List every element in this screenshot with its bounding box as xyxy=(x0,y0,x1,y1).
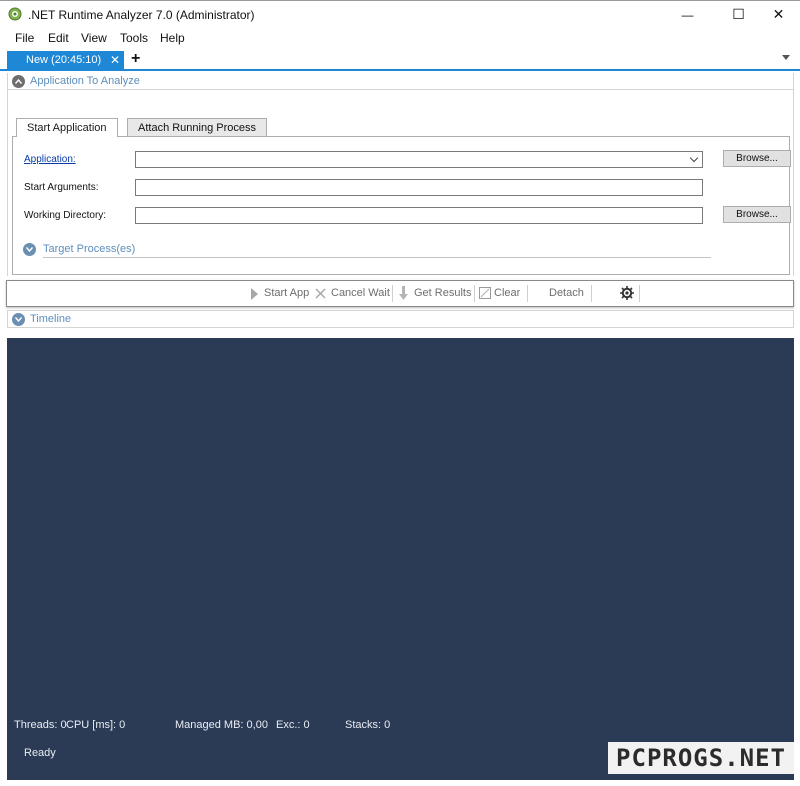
section-title: Application To Analyze xyxy=(30,75,140,87)
clear-label: Clear xyxy=(494,287,521,299)
cpu-ms: CPU [ms]: 0 xyxy=(66,719,126,731)
window-title: .NET Runtime Analyzer 7.0 (Administrator… xyxy=(28,8,255,22)
toolbar-separator xyxy=(591,285,592,302)
minimize-button[interactable]: — xyxy=(665,1,710,28)
application-label-link[interactable]: Application: xyxy=(24,154,76,165)
start-app-label: Start App xyxy=(264,287,310,299)
get-results-label: Get Results xyxy=(414,287,472,299)
application-combobox[interactable] xyxy=(135,151,703,168)
target-processes-label: Target Process(es) xyxy=(43,243,136,255)
browse-application-button[interactable]: Browse... xyxy=(723,150,791,167)
cancel-wait-label: Cancel Wait xyxy=(331,287,390,299)
close-tab-icon[interactable]: ✕ xyxy=(110,53,120,67)
expand-down-icon[interactable] xyxy=(12,313,25,326)
collapse-up-icon[interactable] xyxy=(12,75,25,88)
menu-bar: File Edit View Tools Help xyxy=(0,28,800,48)
tab-list-dropdown-icon[interactable] xyxy=(782,55,790,60)
target-processes-expander[interactable]: Target Process(es) xyxy=(23,242,711,258)
start-arguments-input[interactable] xyxy=(135,179,703,196)
toolbar-separator xyxy=(527,285,528,302)
play-icon xyxy=(251,288,258,300)
maximize-button[interactable]: ☐ xyxy=(716,1,761,28)
document-tab-active[interactable]: New (20:45:10) ✕ xyxy=(7,51,124,69)
timeline-title: Timeline xyxy=(30,313,72,325)
working-directory-input[interactable] xyxy=(135,207,703,224)
document-tab-strip: New (20:45:10) ✕ + xyxy=(0,50,800,71)
detach-button[interactable]: Detach xyxy=(549,287,584,299)
menu-tools[interactable]: Tools xyxy=(120,31,148,45)
toolbar-separator xyxy=(639,285,640,302)
browse-working-directory-button[interactable]: Browse... xyxy=(723,206,791,223)
managed-mb: Managed MB: 0,00 xyxy=(175,719,268,731)
action-toolbar: Start App Cancel Wait Get Results Clear … xyxy=(6,280,794,307)
chevron-down-icon[interactable] xyxy=(689,153,699,163)
menu-file[interactable]: File xyxy=(15,31,34,45)
start-arguments-label: Start Arguments: xyxy=(24,182,99,193)
close-icon: ✕ xyxy=(772,6,785,22)
application-panel: Start Application Attach Running Process… xyxy=(7,90,794,276)
close-window-button[interactable]: ✕ xyxy=(756,1,800,28)
menu-edit[interactable]: Edit xyxy=(48,31,69,45)
cancel-icon xyxy=(315,288,326,299)
exceptions-count: Exc.: 0 xyxy=(276,719,310,731)
toolbar-separator xyxy=(392,285,393,302)
settings-gear-icon[interactable] xyxy=(620,286,634,300)
application-section-header[interactable]: Application To Analyze xyxy=(7,73,794,90)
watermark-logo: PCPROGS.NET xyxy=(608,742,794,774)
menu-view[interactable]: View xyxy=(81,31,107,45)
toolbar-separator xyxy=(474,285,475,302)
download-arrow-icon xyxy=(399,286,408,300)
new-tab-button[interactable]: + xyxy=(131,50,140,68)
minimize-icon: — xyxy=(681,7,694,22)
title-bar: .NET Runtime Analyzer 7.0 (Administrator… xyxy=(0,0,800,28)
stacks-count: Stacks: 0 xyxy=(345,719,391,731)
document-tab-label: New (20:45:10) xyxy=(26,54,102,66)
expand-down-icon[interactable] xyxy=(23,243,36,256)
divider xyxy=(43,257,711,258)
tab-start-application[interactable]: Start Application xyxy=(16,118,118,137)
status-text: Ready xyxy=(24,747,56,759)
timeline-area: Threads: 0 CPU [ms]: 0 Managed MB: 0,00 … xyxy=(7,338,794,780)
maximize-icon: ☐ xyxy=(732,6,745,22)
app-logo-icon xyxy=(8,7,22,21)
clear-icon xyxy=(479,287,491,299)
menu-help[interactable]: Help xyxy=(160,31,185,45)
working-directory-label: Working Directory: xyxy=(24,210,107,221)
start-application-tab-content: Application: Browse... Start Arguments: … xyxy=(12,136,791,275)
threads-count: Threads: 0 xyxy=(14,719,67,731)
tab-attach-running-process[interactable]: Attach Running Process xyxy=(127,118,268,136)
timeline-section-header[interactable]: Timeline xyxy=(7,310,794,328)
